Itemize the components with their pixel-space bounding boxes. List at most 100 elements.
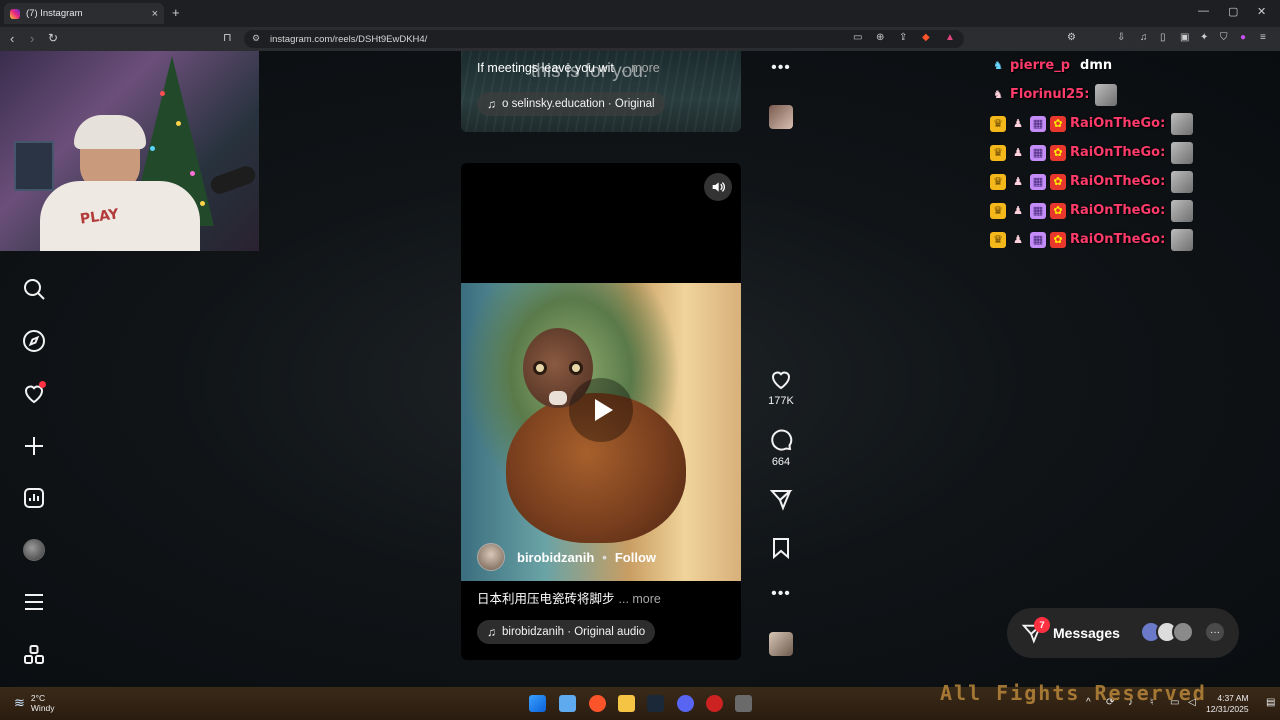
- insights-icon[interactable]: [20, 484, 48, 512]
- comment-icon: [771, 429, 793, 451]
- reel-video[interactable]: [461, 283, 741, 581]
- site-info-icon[interactable]: ⚙: [252, 33, 260, 44]
- new-tab-button[interactable]: +: [172, 5, 180, 20]
- message-avatars[interactable]: [1140, 621, 1194, 643]
- reload-icon[interactable]: ↻: [48, 31, 58, 45]
- wallet-icon[interactable]: ▣: [1180, 32, 1189, 43]
- weather-widget[interactable]: ≋ 2°C Windy: [14, 693, 55, 713]
- profile-icon[interactable]: ●: [1240, 32, 1246, 43]
- person-badge-icon: ♟: [1013, 233, 1023, 246]
- explore-icon[interactable]: [20, 327, 48, 355]
- chat-emote: [1171, 141, 1194, 164]
- follow-button[interactable]: Follow: [615, 550, 656, 565]
- volume-icon[interactable]: [704, 173, 732, 201]
- back-icon[interactable]: ‹: [10, 31, 14, 46]
- red-badge-icon: ✿: [1050, 115, 1066, 132]
- reel-audio-thumb[interactable]: [764, 632, 798, 656]
- shield-app-icon[interactable]: [706, 695, 723, 712]
- gift-badge-icon: ▦: [1030, 115, 1046, 132]
- crown-badge-icon: ♛: [990, 231, 1006, 248]
- address-bar: ‹ › ↻ ⊓ ⚙ instagram.com/reels/DSHt9EwDKH…: [0, 27, 1280, 51]
- previous-reel[interactable]: this is for you. If meetings leave you w…: [461, 51, 741, 132]
- steam-icon[interactable]: [647, 695, 664, 712]
- author-avatar[interactable]: [477, 543, 505, 571]
- chat-emote: [1171, 228, 1194, 251]
- mic-icon[interactable]: ♮: [1150, 697, 1154, 708]
- cast-icon[interactable]: ▭: [853, 32, 862, 43]
- network-icon[interactable]: ▭: [1170, 697, 1179, 708]
- previous-reel-audio[interactable]: ♫ o selinsky.education · Original: [477, 92, 665, 116]
- url-text: instagram.com/reels/DSHt9EwDKH4/: [270, 33, 428, 45]
- chat-line: ♞ pierre_p dmn: [990, 51, 1280, 80]
- taskbar: All Fights Reserved ≋ 2°C Windy ^ ⟳ ♪ ♮ …: [0, 681, 1280, 720]
- person-badge-icon: ♟: [1013, 117, 1023, 130]
- person-badge-icon: ♟: [1013, 204, 1023, 217]
- start-icon[interactable]: [529, 695, 546, 712]
- tab-close-button[interactable]: ×: [152, 8, 158, 20]
- tab-instagram[interactable]: (7) Instagram ×: [4, 3, 164, 24]
- gift-badge-icon: ▦: [1030, 144, 1046, 161]
- play-icon[interactable]: [569, 378, 633, 442]
- messages-button[interactable]: Messages: [1007, 608, 1239, 658]
- file-explorer-icon[interactable]: [618, 695, 635, 712]
- like-button[interactable]: 177K: [764, 367, 798, 407]
- weather-condition: Windy: [30, 703, 55, 713]
- discord-icon[interactable]: [677, 695, 694, 712]
- rewards-icon[interactable]: ▲: [945, 32, 955, 43]
- caption-more-link[interactable]: ... more: [619, 592, 661, 606]
- reel-audio[interactable]: ♫ birobidzanih · Original audio: [477, 620, 656, 644]
- hamburger-icon[interactable]: [20, 588, 48, 616]
- sidebar-icon[interactable]: ▯: [1160, 32, 1166, 43]
- app-icon[interactable]: [735, 695, 752, 712]
- crown-badge-icon: ♛: [990, 202, 1006, 219]
- bookmark-icon[interactable]: ⊓: [223, 31, 232, 44]
- close-window-button[interactable]: ✕: [1257, 5, 1266, 18]
- save-button[interactable]: [764, 536, 798, 560]
- instagram-favicon-icon: [10, 8, 20, 19]
- sync-icon[interactable]: ⟳: [1106, 697, 1114, 708]
- minimize-button[interactable]: —: [1198, 5, 1209, 17]
- brave-icon[interactable]: [589, 695, 606, 712]
- notifications-icon[interactable]: ▤: [1266, 697, 1275, 708]
- person-badge-icon: ♞: [993, 88, 1003, 101]
- speaker-icon[interactable]: ◁: [1188, 697, 1196, 708]
- brave-shields-icon[interactable]: ◆: [922, 32, 930, 43]
- browser-menu-icon[interactable]: ≡: [1260, 32, 1266, 43]
- share-icon[interactable]: ⇪: [899, 32, 907, 43]
- maximize-button[interactable]: ▢: [1228, 5, 1238, 18]
- forward-icon[interactable]: ›: [30, 31, 34, 46]
- task-view-icon[interactable]: [559, 695, 576, 712]
- search-icon[interactable]: [20, 275, 48, 303]
- media-icon[interactable]: ♫: [1140, 32, 1148, 43]
- chat-emote: [1171, 199, 1194, 222]
- previous-reel-more-icon[interactable]: •••: [764, 59, 798, 77]
- profile-avatar[interactable]: [20, 536, 48, 564]
- download-icon[interactable]: ⇩: [1117, 32, 1125, 43]
- messages-more-icon[interactable]: ···: [1206, 623, 1224, 641]
- more-options-icon[interactable]: •••: [764, 585, 798, 603]
- previous-reel-audio-thumb[interactable]: [764, 105, 798, 129]
- like-count: 177K: [768, 395, 794, 407]
- red-badge-icon: ✿: [1050, 144, 1066, 161]
- chat-emote: [1171, 112, 1194, 135]
- system-clock[interactable]: 4:37 AM 12/31/2025: [1206, 693, 1249, 715]
- extensions-icon[interactable]: ⚙: [1067, 32, 1076, 43]
- plus-icon[interactable]: [20, 432, 48, 460]
- gift-badge-icon: ▦: [1030, 202, 1046, 219]
- messages-label: Messages: [1053, 625, 1120, 641]
- share-button[interactable]: [764, 487, 798, 511]
- chat-line: ♞ Florinul25:: [990, 80, 1280, 109]
- author-name[interactable]: birobidzanih: [517, 550, 594, 565]
- heart-icon[interactable]: [20, 379, 48, 407]
- tray-chevron-icon[interactable]: ^: [1086, 697, 1091, 708]
- vpn-icon[interactable]: ⛉: [1220, 32, 1228, 43]
- chat-line: ♛ ♟ ▦ ✿ RaiOnTheGo:: [990, 138, 1280, 167]
- volume-tray-icon[interactable]: ♪: [1128, 697, 1133, 708]
- zoom-icon[interactable]: ⊕: [876, 32, 884, 43]
- comment-button[interactable]: 664: [764, 428, 798, 468]
- apps-icon[interactable]: [20, 641, 48, 669]
- crown-badge-icon: ♛: [990, 115, 1006, 132]
- leo-icon[interactable]: ✦: [1200, 32, 1208, 43]
- caption-more-link[interactable]: ... more: [617, 61, 659, 75]
- current-reel[interactable]: birobidzanih • Follow 日本利用压电瓷砖将脚步 ... mo…: [461, 163, 741, 660]
